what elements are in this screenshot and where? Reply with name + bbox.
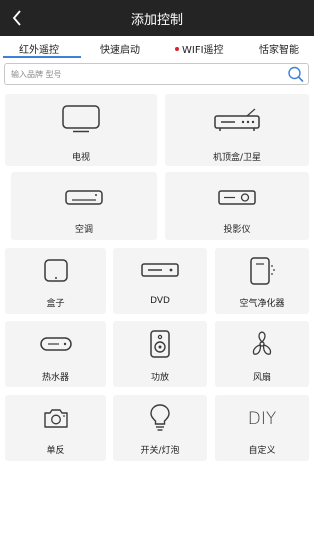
device-label: 投影仪 bbox=[223, 225, 251, 235]
tab-smart-home[interactable]: 恬家智能 bbox=[259, 41, 299, 56]
dvd-icon bbox=[141, 263, 179, 277]
device-card-switch-bulb[interactable]: 开关/灯泡 bbox=[113, 395, 207, 461]
tab-infrared[interactable]: 红外遥控 bbox=[19, 41, 59, 56]
search-input[interactable] bbox=[11, 67, 281, 81]
device-label: 空调 bbox=[74, 225, 93, 235]
device-card-water-heater[interactable]: 热水器 bbox=[5, 321, 106, 387]
diy-icon-text: DIY bbox=[248, 409, 277, 429]
device-card-tv[interactable]: 电视 bbox=[5, 94, 157, 166]
water-heater-icon bbox=[39, 337, 72, 351]
device-label: 电视 bbox=[71, 153, 90, 163]
tab-wifi[interactable]: WIFI遥控 bbox=[175, 41, 224, 56]
set-top-box-icon bbox=[214, 108, 260, 131]
air-conditioner-icon bbox=[65, 190, 103, 205]
fan-icon bbox=[252, 331, 272, 355]
page-title: 添加控制 bbox=[130, 13, 183, 28]
search-icon[interactable] bbox=[286, 64, 306, 84]
device-card-camera[interactable]: 单反 bbox=[5, 395, 106, 461]
device-label: 机顶盒/卫星 bbox=[212, 153, 262, 163]
tab-quick-start[interactable]: 快速启动 bbox=[100, 41, 140, 56]
device-label: 单反 bbox=[46, 446, 65, 456]
device-card-amplifier[interactable]: 功放 bbox=[113, 321, 207, 387]
box-icon bbox=[43, 259, 68, 282]
device-label: 自定义 bbox=[248, 446, 276, 456]
diy-icon: DIY bbox=[248, 409, 277, 429]
device-card-projector[interactable]: 投影仪 bbox=[165, 172, 309, 240]
device-label: 风扇 bbox=[252, 373, 271, 383]
air-purifier-icon bbox=[250, 257, 275, 285]
header-bar: 添加控制 bbox=[0, 0, 314, 36]
device-card-custom[interactable]: DIY 自定义 bbox=[215, 395, 309, 461]
light-bulb-icon bbox=[150, 404, 170, 431]
device-card-dvd[interactable]: DVD bbox=[113, 248, 207, 314]
device-label: 盒子 bbox=[46, 299, 65, 309]
projector-icon bbox=[218, 190, 256, 205]
new-dot-indicator bbox=[175, 47, 179, 51]
device-label: 空气净化器 bbox=[239, 299, 285, 309]
device-label: 开关/灯泡 bbox=[140, 446, 180, 456]
device-label: DVD bbox=[150, 296, 170, 306]
active-tab-indicator bbox=[3, 56, 81, 58]
device-card-air-conditioner[interactable]: 空调 bbox=[11, 172, 157, 240]
tab-wifi-label: WIFI遥控 bbox=[182, 45, 224, 56]
device-label: 功放 bbox=[150, 373, 169, 383]
device-card-fan[interactable]: 风扇 bbox=[215, 321, 309, 387]
device-card-box[interactable]: 盒子 bbox=[5, 248, 106, 314]
search-box bbox=[4, 63, 309, 85]
device-card-set-top-box[interactable]: 机顶盒/卫星 bbox=[165, 94, 309, 166]
tv-icon bbox=[62, 105, 100, 133]
tab-bar: 红外遥控 快速启动 WIFI遥控 恬家智能 bbox=[0, 38, 314, 60]
device-card-air-purifier[interactable]: 空气净化器 bbox=[215, 248, 309, 314]
amplifier-icon bbox=[150, 330, 170, 358]
device-label: 热水器 bbox=[41, 373, 69, 383]
camera-icon bbox=[43, 409, 68, 428]
